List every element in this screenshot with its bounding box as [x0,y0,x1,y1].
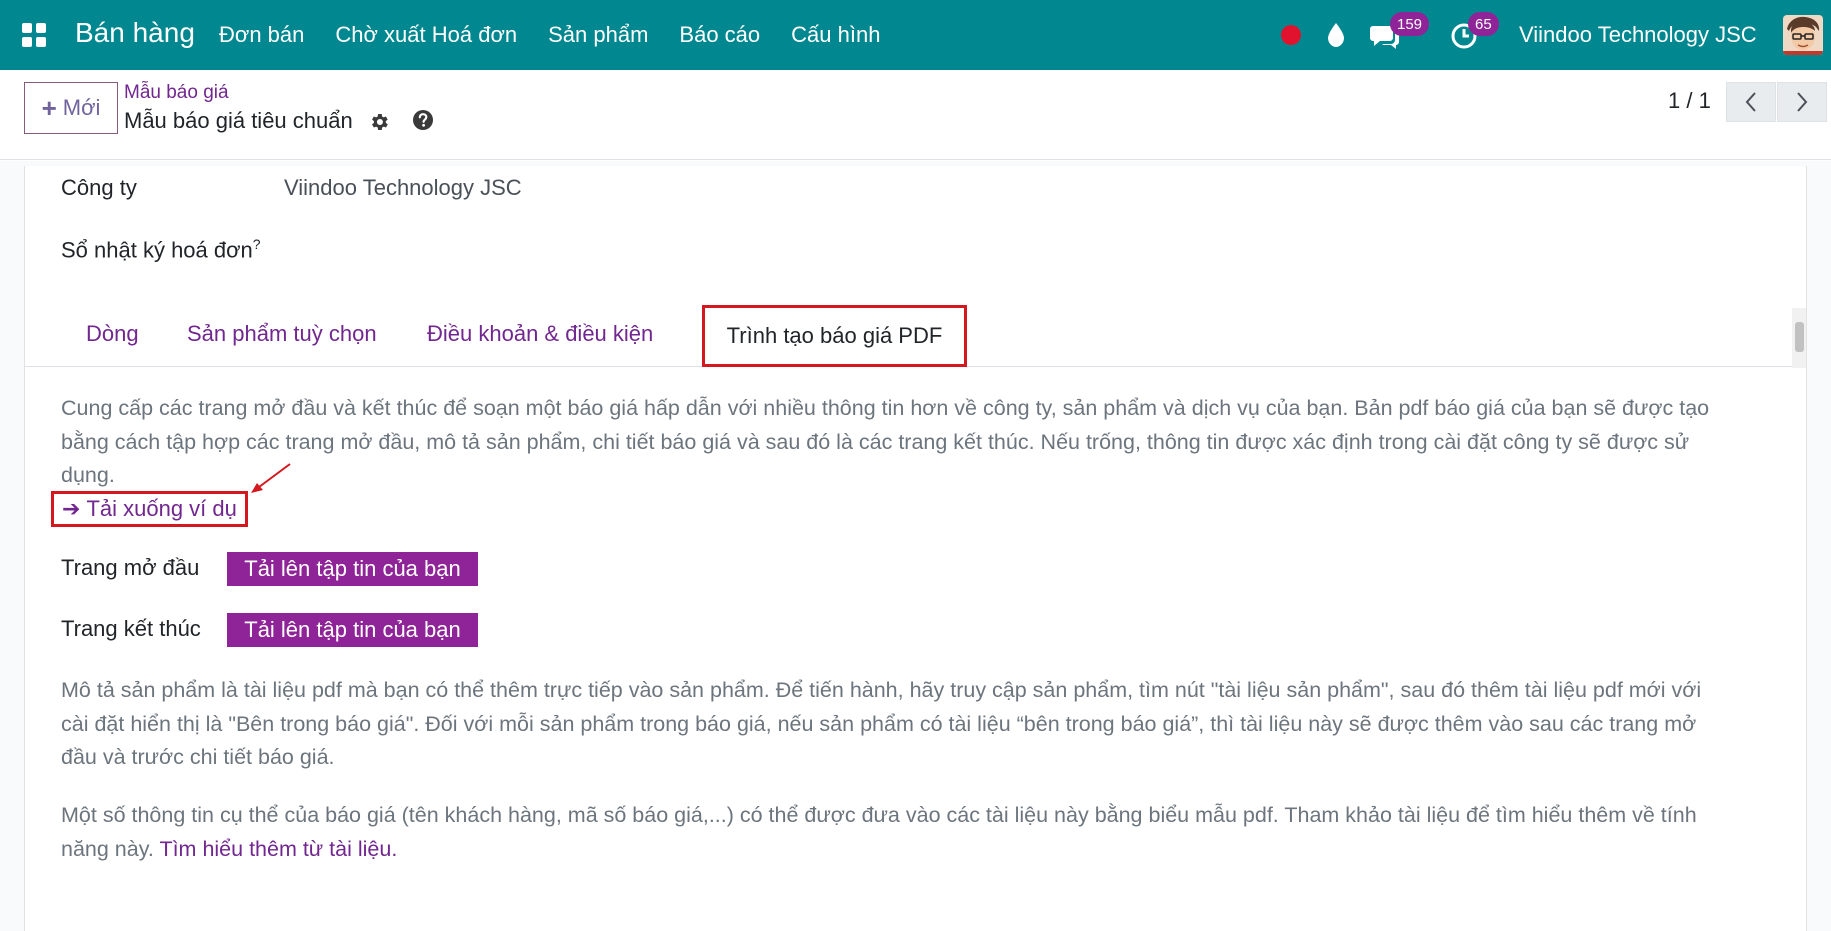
intro-line-1: Cung cấp các trang mở đầu và kết thúc để… [61,396,1710,420]
tab-pdf-quote-builder[interactable]: Trình tạo báo giá PDF [702,305,967,367]
pdf-builder-intro: Cung cấp các trang mở đầu và kết thúc để… [61,392,1761,493]
journal-help-tooltip[interactable]: ? [253,236,261,252]
tab-optional-products[interactable]: Sản phẩm tuỳ chọn [187,321,377,347]
tab-terms-conditions[interactable]: Điều khoản & điều kiện [427,321,653,347]
journal-label: Sổ nhật ký hoá đơn? [61,236,261,263]
app-title[interactable]: Bán hàng [75,17,195,49]
header-pages-label: Trang mở đầu [61,555,200,580]
help-icon[interactable] [412,109,434,131]
journal-label-text: Sổ nhật ký hoá đơn [61,237,253,263]
avatar[interactable] [1783,15,1823,55]
main-menu: Đơn bán Chờ xuất Hoá đơn Sản phẩm Báo cá… [219,22,911,48]
company-label: Công ty [61,175,137,200]
chevron-right-icon [1797,92,1808,112]
drop-icon[interactable] [1325,22,1347,48]
plus-icon: + [41,93,57,123]
product-doc-line-3: đầu và trước chi tiết báo giá. [61,745,335,769]
footer-pages-label: Trang kết thúc [61,616,201,641]
download-example-link[interactable]: ➔ Tải xuống ví dụ [51,491,248,527]
arrow-right-icon: ➔ [62,496,81,521]
form-fields-help: Một số thông tin cụ thể của báo giá (tên… [61,799,1761,866]
menu-item-reporting[interactable]: Báo cáo [679,22,760,48]
download-example-label: Tải xuống ví dụ [86,496,237,521]
upload-header-button[interactable]: Tải lên tập tin của bạn [227,552,478,586]
tab-lines[interactable]: Dòng [86,321,139,347]
product-doc-help: Mô tả sản phẩm là tài liệu pdf mà bạn có… [61,674,1761,775]
new-button-label: Mới [62,95,101,120]
new-button[interactable]: + Mới [24,82,118,134]
activities-count-badge: 65 [1468,12,1499,36]
gear-icon[interactable] [368,111,390,133]
menu-item-products[interactable]: Sản phẩm [548,22,648,48]
control-panel: + Mới Mẫu báo giá Mẫu báo giá tiêu chuẩn… [0,70,1831,160]
menu-item-sales-orders[interactable]: Đơn bán [219,22,304,48]
form-fields-line-2-text: năng này. [61,836,154,861]
record-title: Mẫu báo giá tiêu chuẩn [124,108,353,133]
notebook-tabs: Dòng Sản phẩm tuỳ chọn Điều khoản & điều… [24,305,1807,367]
breadcrumb-parent[interactable]: Mẫu báo giá [124,82,229,104]
pager-previous-button[interactable] [1726,82,1776,122]
chevron-left-icon [1745,92,1756,112]
product-doc-line-2: cài đặt hiển thị là "Bên trong báo giá".… [61,711,1697,736]
record-dot-icon[interactable] [1281,25,1301,45]
intro-line-2: bằng cách tập hợp các trang mở đầu, mô t… [61,429,1690,454]
pager-next-button[interactable] [1777,82,1827,122]
learn-more-link[interactable]: Tìm hiểu thêm từ tài liệu. [159,837,397,861]
top-navbar: Bán hàng Đơn bán Chờ xuất Hoá đơn Sản ph… [0,0,1831,70]
company-value[interactable]: Viindoo Technology JSC [284,175,522,201]
menu-item-configuration[interactable]: Cấu hình [791,22,880,48]
form-fields-line-2: năng này. Tìm hiểu thêm từ tài liệu. [61,833,1761,867]
apps-menu-icon[interactable] [22,23,46,47]
upload-footer-button[interactable]: Tải lên tập tin của bạn [227,613,478,647]
product-doc-line-1: Mô tả sản phẩm là tài liệu pdf mà bạn có… [61,678,1702,702]
intro-line-3: dụng. [61,463,115,487]
annotation-arrow-icon [251,463,291,493]
messages-count-badge: 159 [1390,12,1430,36]
pager-value[interactable]: 1 / 1 [1668,88,1711,114]
scrollbar-thumb[interactable] [1795,322,1804,352]
menu-item-to-invoice[interactable]: Chờ xuất Hoá đơn [335,22,517,48]
form-fields-line-1: Một số thông tin cụ thể của báo giá (tên… [61,803,1697,827]
company-switcher[interactable]: Viindoo Technology JSC [1519,22,1757,48]
